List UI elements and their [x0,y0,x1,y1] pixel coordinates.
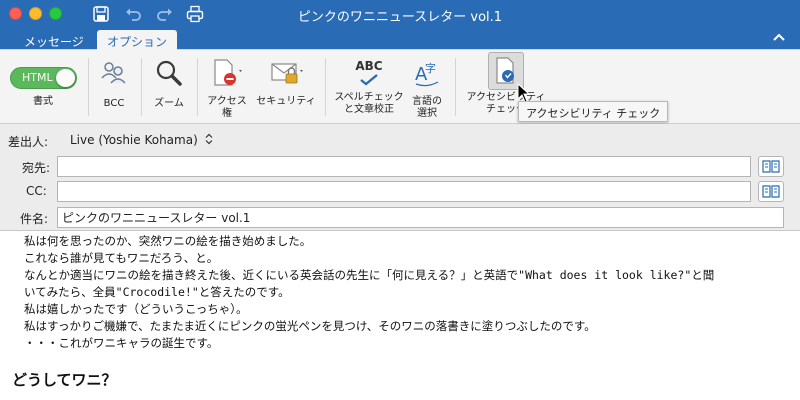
language-label-line1: 言語の [412,96,442,107]
access-permission-button[interactable]: アクセス 権 [203,58,251,120]
message-header-form: 差出人: Live (Yoshie Kohama) 宛先: CC: 件名: [0,124,800,231]
ribbon-tabs: メッセージ オプション [0,28,800,50]
tooltip: アクセシビリティ チェック [518,101,669,122]
bcc-button[interactable]: BCC [93,58,135,118]
html-toggle-label: HTML [22,71,53,84]
body-line: 私はすっかりご機嫌で、たまたま近くにピンクの蛍光ペンを見つけ、そのワニの落書きに… [24,319,596,333]
svg-text:字: 字 [425,61,436,75]
toggle-knob [56,69,75,87]
body-line: なんとか適当にワニの絵を描き終えた後、近くにいる英会話の先生に「何に見える？」と… [24,268,715,282]
restricted-document-icon [214,59,242,86]
body-line: ・・・これがワニキャラの誕生です。 [24,336,219,350]
security-button[interactable]: セキュリティ [255,58,317,118]
secure-mail-icon [271,63,303,84]
from-account-selector[interactable]: Live (Yoshie Kohama) [70,133,214,147]
to-label: 宛先: [22,161,51,175]
spellcheck-label-line1: スペルチェック [334,92,404,103]
ribbon-toolbar: HTML 書式 BCC ズーム アクセス 権 セキュリティ ABC スペルチェッ… [0,50,800,124]
separator [141,58,142,116]
html-format-toggle[interactable]: HTML [10,67,77,89]
security-label: セキュリティ [256,96,316,107]
spellcheck-icon: ABC [331,58,407,88]
zoom-label: ズーム [154,98,184,109]
body-line: これなら誰が見てもワニだろう、と。 [24,251,219,265]
tab-message[interactable]: メッセージ [14,30,94,50]
from-value: Live (Yoshie Kohama) [70,133,198,147]
cc-address-book-button[interactable] [758,181,784,202]
title-bar: ピンクのワニニュースレター vol.1 [0,0,800,28]
access-label-line2: 権 [222,108,232,119]
language-icon: A 字 [415,61,439,87]
body-line: 私は嬉しかったです（どういうこっちゃ）。 [24,302,248,316]
body-heading: どうしてワニ？ [12,371,117,389]
message-body[interactable]: 私は何を思ったのか、突然ワニの絵を描き始めました。 これなら誰が見てもワニだろう… [0,231,800,400]
zoom-button[interactable]: ズーム [147,58,191,118]
body-line: 私は何を思ったのか、突然ワニの絵を描き始めました。 [24,234,312,248]
window-title: ピンクのワニニュースレター vol.1 [297,10,503,25]
updown-chevron-icon [205,133,213,145]
separator [455,58,456,116]
mouse-cursor-icon [517,83,531,103]
separator [325,58,326,116]
accessibility-icon [496,57,514,84]
subject-field[interactable] [57,207,784,228]
cc-label: CC: [26,184,47,198]
body-line: いてみたら、全員"Crocodile!"と答えたのです。 [24,285,290,299]
separator [88,58,89,116]
address-book-icon [762,160,780,173]
cc-field[interactable] [57,181,751,202]
address-book-icon [762,185,780,198]
language-label-line2: 選択 [417,108,437,119]
spellcheck-button[interactable]: ABC スペルチェック と文章校正 [331,58,407,120]
separator [197,58,198,116]
spellcheck-icon-text: ABC [355,59,383,73]
to-field[interactable] [57,156,751,177]
from-label: 差出人: [8,135,49,149]
chevron-up-icon[interactable] [772,30,786,46]
format-label: 書式 [33,96,53,107]
bcc-label: BCC [103,98,125,109]
checkmark-icon [360,74,378,86]
spellcheck-label-line2: と文章校正 [344,104,394,115]
access-label-line1: アクセス [207,96,247,107]
subject-label: 件名: [20,212,49,226]
contacts-icon [101,62,126,84]
tab-options[interactable]: オプション [97,30,178,50]
to-address-book-button[interactable] [758,156,784,177]
language-select-button[interactable]: A 字 言語の 選択 [407,58,447,120]
magnifier-icon [156,60,182,86]
